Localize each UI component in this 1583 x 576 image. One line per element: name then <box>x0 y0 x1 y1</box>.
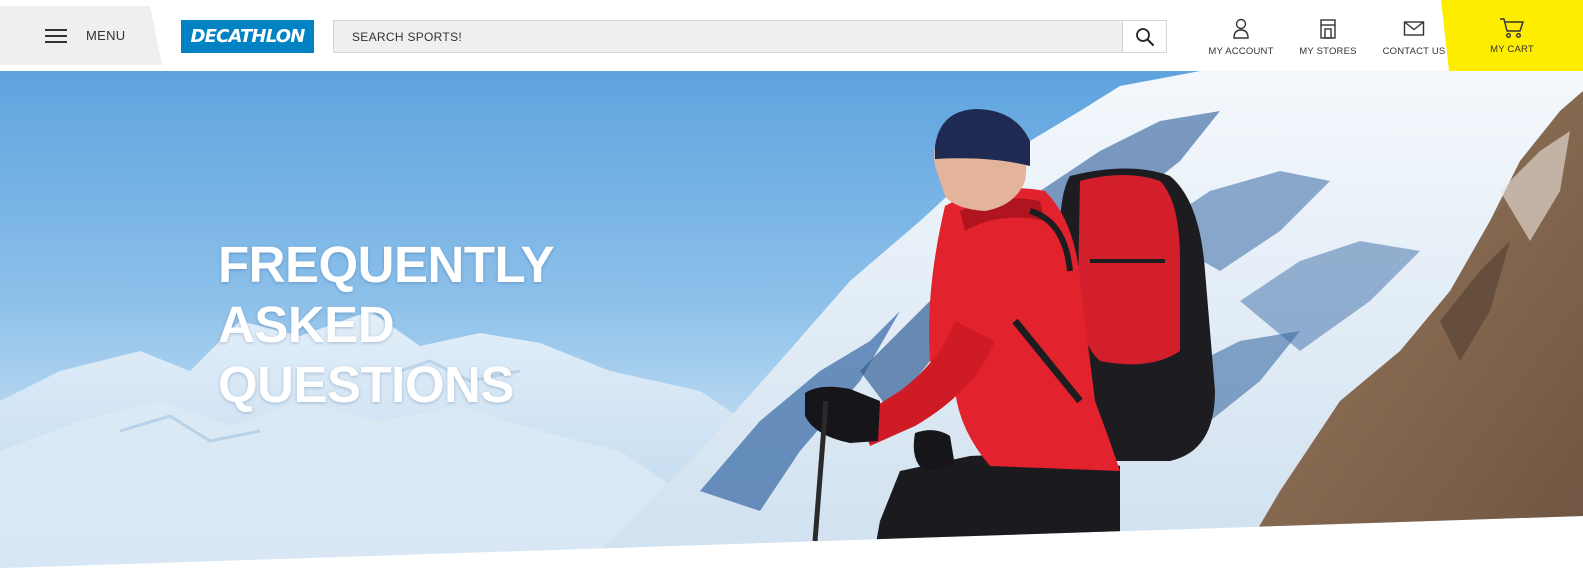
contact-us-label: CONTACT US <box>1382 46 1446 57</box>
contact-us-link[interactable]: CONTACT US <box>1378 0 1450 71</box>
page-title: FREQUENTLY ASKED QUESTIONS <box>218 235 618 415</box>
title-line: ASKED <box>218 296 395 353</box>
cart-icon <box>1500 18 1524 39</box>
store-icon <box>1320 19 1336 39</box>
hero-banner: FREQUENTLY ASKED QUESTIONS <box>0 71 1583 568</box>
decathlon-logo[interactable]: DECATHLON <box>181 20 314 53</box>
search-input[interactable] <box>334 21 1122 52</box>
hamburger-icon <box>45 28 67 43</box>
search-button[interactable] <box>1122 21 1166 52</box>
my-cart-button[interactable]: MY CART <box>1441 0 1583 71</box>
mail-icon <box>1403 21 1425 36</box>
my-stores-label: MY STORES <box>1299 46 1357 57</box>
search-bar <box>333 20 1167 53</box>
my-stores-link[interactable]: MY STORES <box>1294 0 1362 71</box>
title-line: FREQUENTLY <box>218 236 555 293</box>
my-cart-label: MY CART <box>1490 44 1534 55</box>
my-account-link[interactable]: MY ACCOUNT <box>1205 0 1277 71</box>
menu-button[interactable]: MENU <box>0 6 162 65</box>
user-icon <box>1233 18 1249 39</box>
my-account-label: MY ACCOUNT <box>1208 46 1274 57</box>
site-header: MENU DECATHLON MY ACCOUNT MY STORES <box>0 0 1583 71</box>
title-line: QUESTIONS <box>218 356 514 413</box>
menu-label: MENU <box>86 28 126 43</box>
search-icon <box>1135 27 1154 46</box>
logo-text: DECATHLON <box>190 26 306 47</box>
